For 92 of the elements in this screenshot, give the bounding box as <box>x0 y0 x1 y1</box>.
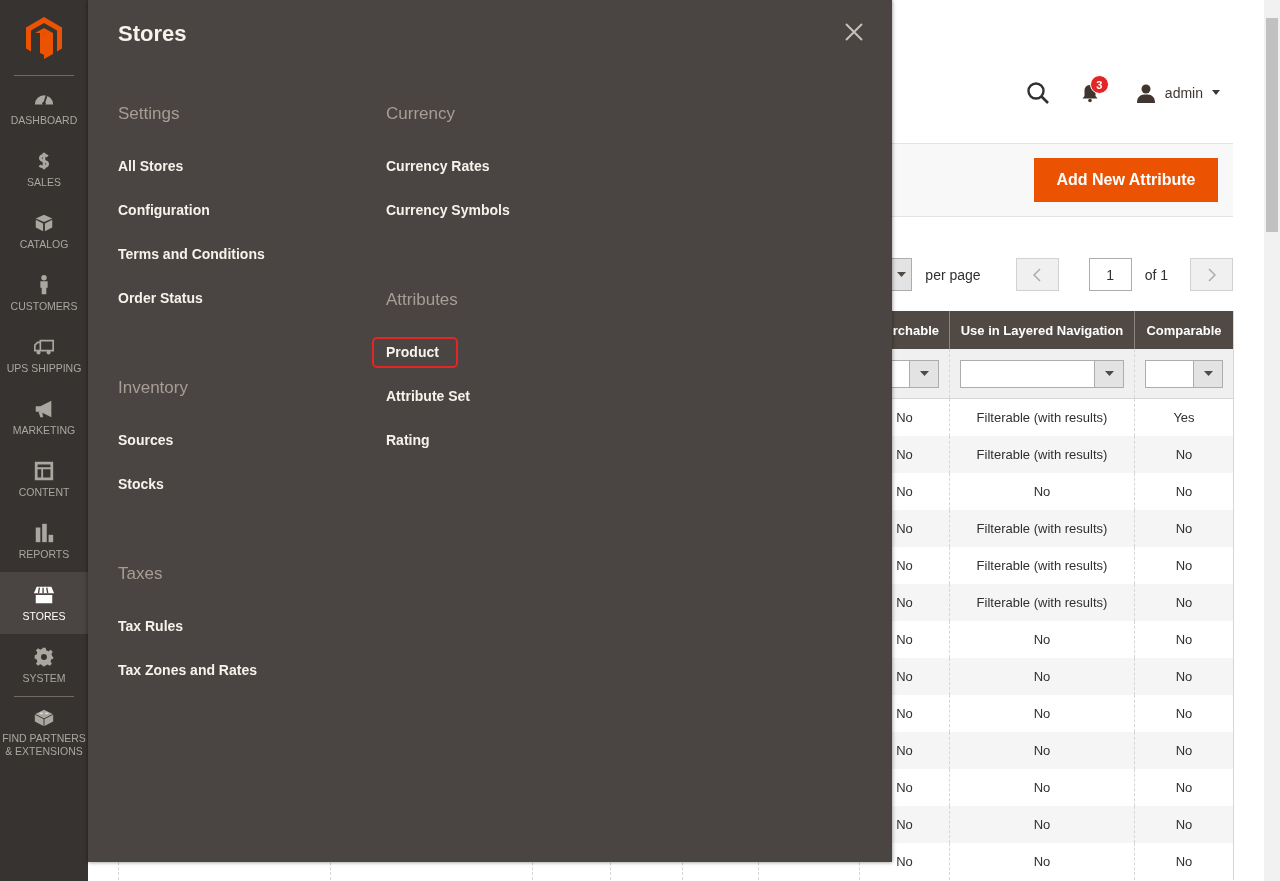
menu-link[interactable]: Rating <box>386 418 430 462</box>
table-cell: No <box>896 632 913 647</box>
page-number-field[interactable]: 1 <box>1088 258 1132 291</box>
sidebar-item[interactable]: STORES <box>0 572 88 634</box>
close-icon[interactable] <box>844 22 864 42</box>
table-cell: No <box>1175 817 1193 832</box>
table-cell: No <box>896 558 913 573</box>
sidebar-item[interactable]: CONTENT <box>0 448 88 510</box>
table-cell: No <box>1175 743 1193 758</box>
menu-link[interactable]: Currency Rates <box>386 144 490 188</box>
section-heading: Settings <box>118 103 181 125</box>
per-page-select[interactable] <box>892 258 913 291</box>
table-cell: No <box>1033 484 1051 499</box>
sidebar-item[interactable]: UPS SHIPPING <box>0 324 88 386</box>
menu-icon <box>33 645 55 668</box>
table-cell: No <box>1033 632 1051 647</box>
table-cell: Filterable (with results) <box>976 447 1108 462</box>
sidebar-item[interactable]: FIND PARTNERS & EXTENSIONS <box>0 697 88 767</box>
sidebar-item[interactable]: SYSTEM <box>0 634 88 696</box>
table-cell: No <box>1033 743 1051 758</box>
caret-icon <box>897 272 907 277</box>
sidebar-item[interactable]: MARKETING <box>0 386 88 448</box>
sidebar-item[interactable]: CATALOG <box>0 200 88 262</box>
table-cell: No <box>896 595 913 610</box>
table-cell: No <box>1175 669 1193 684</box>
table-cell: No <box>1175 632 1193 647</box>
caret-icon <box>919 371 929 376</box>
table-cell: No <box>896 780 913 795</box>
table-cell: No <box>1175 521 1193 536</box>
sidebar-item[interactable]: SALES <box>0 138 88 200</box>
add-attribute-button[interactable]: Add New Attribute <box>1034 158 1218 202</box>
table-cell: No <box>1175 558 1193 573</box>
notification-badge: 3 <box>1089 74 1109 94</box>
table-cell: No <box>1033 817 1051 832</box>
table-cell: No <box>896 521 913 536</box>
menu-link[interactable]: Currency Symbols <box>386 188 510 232</box>
menu-link[interactable]: Configuration <box>118 188 210 232</box>
table-cell: Filterable (with results) <box>976 410 1108 425</box>
per-page-label: per page <box>925 266 981 283</box>
table-cell: No <box>896 854 913 869</box>
table-cell: Filterable (with results) <box>976 521 1108 536</box>
flyout-title: Stores <box>118 20 187 48</box>
user-menu[interactable]: admin <box>1135 82 1220 103</box>
table-cell: No <box>896 706 913 721</box>
section-heading: Inventory <box>118 377 189 399</box>
menu-link[interactable]: Tax Rules <box>118 604 184 648</box>
chevron-left-icon <box>1033 267 1042 282</box>
table-cell: No <box>896 447 913 462</box>
sidebar-item[interactable]: DASHBOARD <box>0 76 88 138</box>
menu-icon <box>33 521 55 544</box>
table-cell: No <box>1033 706 1051 721</box>
table-cell: Filterable (with results) <box>976 595 1108 610</box>
menu-link[interactable]: Terms and Conditions <box>118 232 265 276</box>
table-cell: No <box>1175 447 1193 462</box>
sidebar-item[interactable]: CUSTOMERS <box>0 262 88 324</box>
table-cell: No <box>896 484 913 499</box>
menu-link[interactable]: Sources <box>118 418 174 462</box>
chevron-right-icon <box>1207 267 1216 282</box>
table-cell: No <box>1175 484 1193 499</box>
table-cell: Filterable (with results) <box>976 558 1108 573</box>
section-heading: Taxes <box>118 563 164 585</box>
table-cell: No <box>1175 706 1193 721</box>
caret-icon <box>1203 371 1213 376</box>
page-total: of 1 <box>1144 266 1168 283</box>
user-icon <box>1135 82 1156 103</box>
table-cell: No <box>896 743 913 758</box>
table-cell: No <box>1033 669 1051 684</box>
menu-link[interactable]: Stocks <box>118 462 164 506</box>
section-heading: Currency <box>386 103 456 125</box>
section-heading: Attributes <box>386 289 459 311</box>
table-cell: No <box>896 410 913 425</box>
table-cell: No <box>896 669 913 684</box>
table-cell: No <box>896 817 913 832</box>
caret-icon <box>1104 371 1114 376</box>
menu-link[interactable]: Product <box>372 337 458 368</box>
menu-link[interactable]: Order Status <box>118 276 203 320</box>
scrollbar-thumb[interactable] <box>1266 18 1278 232</box>
caret-icon <box>1212 90 1220 95</box>
menu-link[interactable]: Tax Zones and Rates <box>118 648 257 692</box>
logo-icon[interactable] <box>26 16 62 59</box>
table-cell: No <box>1175 854 1193 869</box>
search-icon[interactable] <box>1025 80 1050 105</box>
table-cell: No <box>1033 854 1051 869</box>
menu-link[interactable]: Attribute Set <box>386 374 470 418</box>
menu-icon <box>33 459 55 482</box>
sidebar-item[interactable]: REPORTS <box>0 510 88 572</box>
table-cell: Yes <box>1173 410 1195 425</box>
menu-link[interactable]: All Stores <box>118 144 184 188</box>
table-cell: No <box>1175 780 1193 795</box>
table-cell: No <box>1033 780 1051 795</box>
table-cell: No <box>1175 595 1193 610</box>
scrollbar[interactable] <box>1264 0 1280 881</box>
